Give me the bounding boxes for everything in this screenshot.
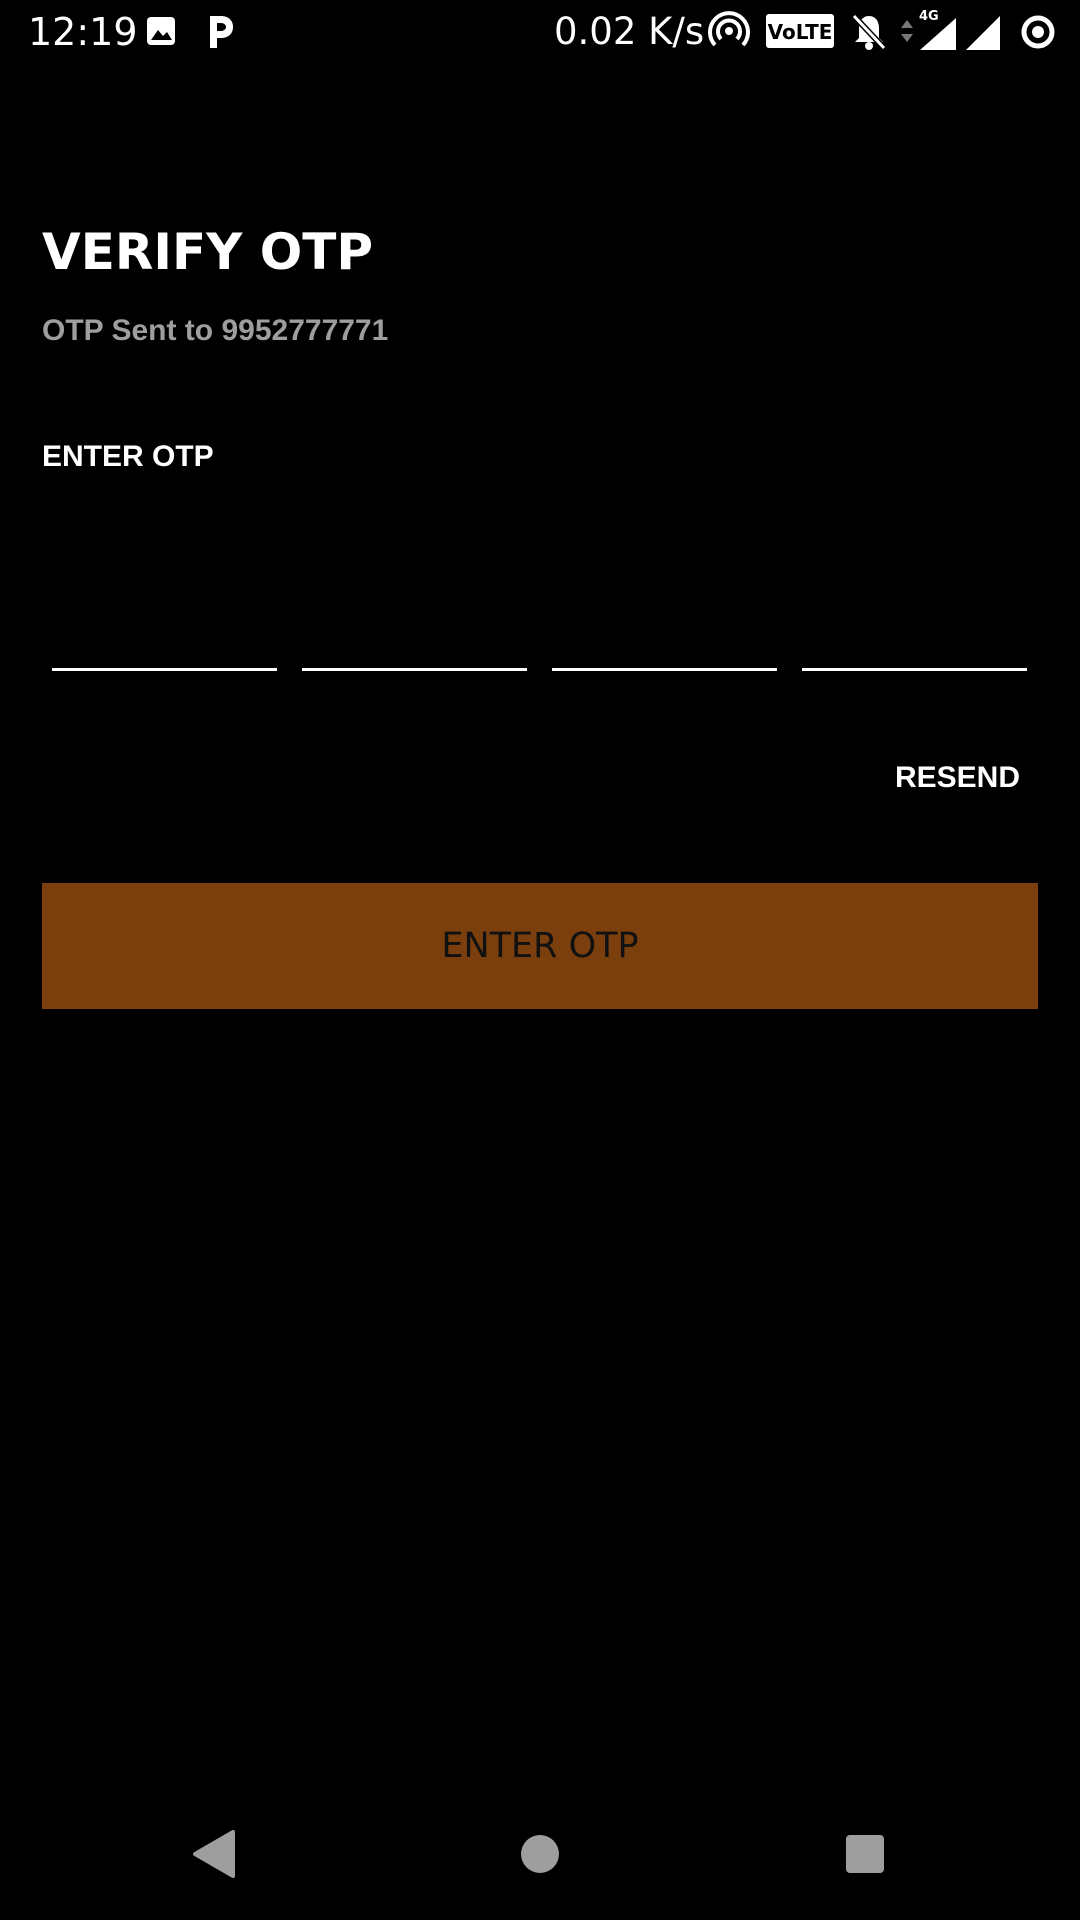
recents-icon[interactable]	[825, 1814, 905, 1894]
otp-sent-text: OTP Sent to 9952777771	[42, 314, 389, 347]
resend-button[interactable]: RESEND	[880, 758, 1020, 798]
otp-digit-2-input[interactable]	[302, 600, 527, 671]
hotspot-icon	[708, 11, 750, 47]
volte-label: VoLTE	[768, 20, 833, 44]
network-type-label: 4G	[919, 9, 939, 24]
signal-icon	[966, 16, 1000, 50]
otp-label: ENTER OTP	[42, 440, 214, 473]
otp-digit-3-input[interactable]	[552, 600, 777, 671]
data-activity-icon	[901, 20, 913, 42]
otp-digit-4-input[interactable]	[802, 600, 1027, 671]
otp-digit-1-input[interactable]	[52, 600, 277, 671]
network-speed: 0.02 K/s	[554, 10, 705, 53]
parking-icon	[210, 16, 233, 48]
bell-off-icon	[851, 13, 887, 51]
navigation-bar	[0, 1796, 1080, 1920]
status-time: 12:19	[28, 10, 138, 54]
home-icon[interactable]	[500, 1814, 580, 1894]
otp-input-group	[52, 600, 1027, 672]
signal-icon: 4G	[919, 9, 956, 50]
back-icon[interactable]	[175, 1814, 255, 1894]
status-bar: 12:19 0.02 K/s VoLTE 4G	[0, 0, 1080, 64]
battery-saver-icon	[1021, 15, 1055, 49]
image-icon	[147, 17, 175, 45]
page-title: VERIFY OTP	[42, 223, 373, 281]
enter-otp-button[interactable]: ENTER OTP	[42, 883, 1038, 1009]
volte-icon: VoLTE	[766, 14, 834, 48]
